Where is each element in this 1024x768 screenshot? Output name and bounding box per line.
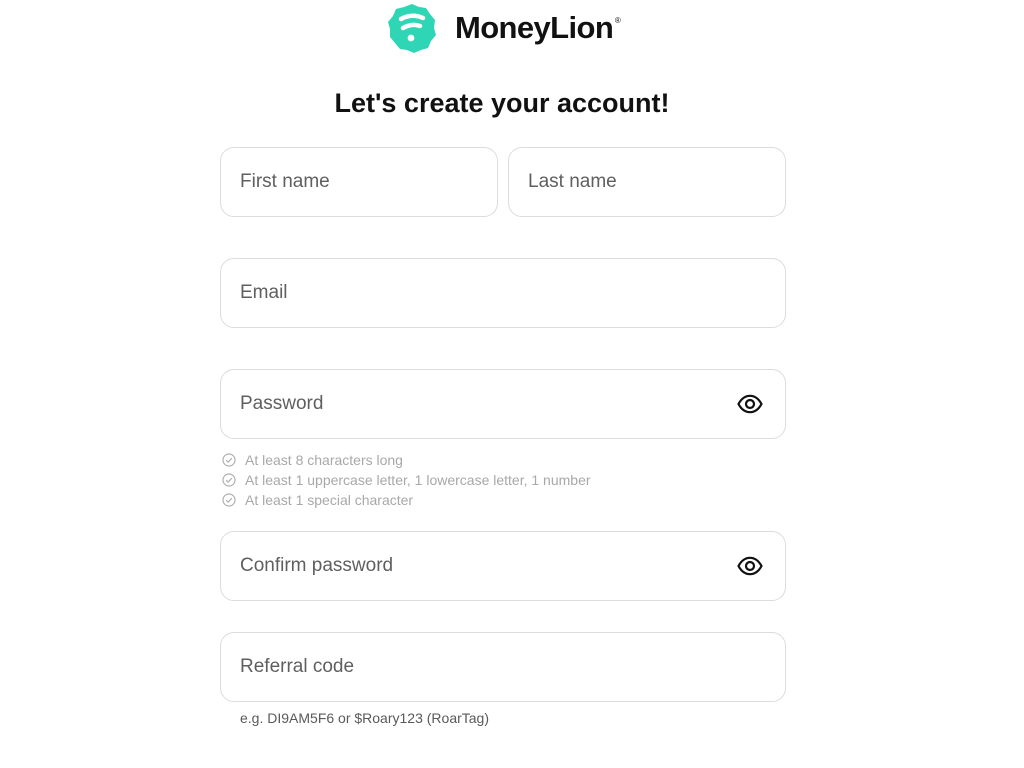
signup-page: MoneyLion® Let's create your account! At… [0, 0, 1024, 768]
last-name-input[interactable] [528, 148, 724, 216]
check-circle-icon [222, 493, 236, 507]
last-name-field[interactable] [508, 147, 786, 217]
password-field[interactable] [220, 369, 786, 439]
confirm-password-field[interactable] [220, 531, 786, 601]
registered-mark: ® [614, 16, 621, 25]
password-requirement-text: At least 1 special character [245, 492, 414, 508]
first-name-input[interactable] [240, 148, 436, 216]
referral-code-field[interactable] [220, 632, 786, 702]
password-requirement-item: At least 1 uppercase letter, 1 lowercase… [222, 470, 782, 490]
password-requirement-item: At least 1 special character [222, 490, 782, 510]
referral-code-input[interactable] [240, 633, 724, 701]
password-input[interactable] [240, 370, 724, 438]
email-input[interactable] [240, 259, 724, 327]
password-requirement-text: At least 1 uppercase letter, 1 lowercase… [245, 472, 591, 488]
eye-icon[interactable] [737, 556, 763, 576]
brand-header: MoneyLion ® [386, 2, 621, 54]
password-requirement-text: At least 8 characters long [245, 452, 403, 468]
password-requirement-item: At least 8 characters long [222, 450, 782, 470]
first-name-field[interactable] [220, 147, 498, 217]
eye-icon[interactable] [737, 394, 763, 414]
confirm-password-input[interactable] [240, 532, 724, 600]
referral-code-hint: e.g. DI9AM5F6 or $Roary123 (RoarTag) [240, 710, 489, 726]
moneylion-logo-icon [388, 4, 436, 53]
check-circle-icon [222, 453, 236, 467]
email-field[interactable] [220, 258, 786, 328]
brand-name-text: MoneyLion [455, 10, 614, 45]
password-requirements: At least 8 characters long At least 1 up… [222, 450, 782, 510]
brand-name: MoneyLion ® [455, 10, 621, 46]
check-circle-icon [222, 473, 236, 487]
page-title: Let's create your account! [334, 88, 670, 118]
